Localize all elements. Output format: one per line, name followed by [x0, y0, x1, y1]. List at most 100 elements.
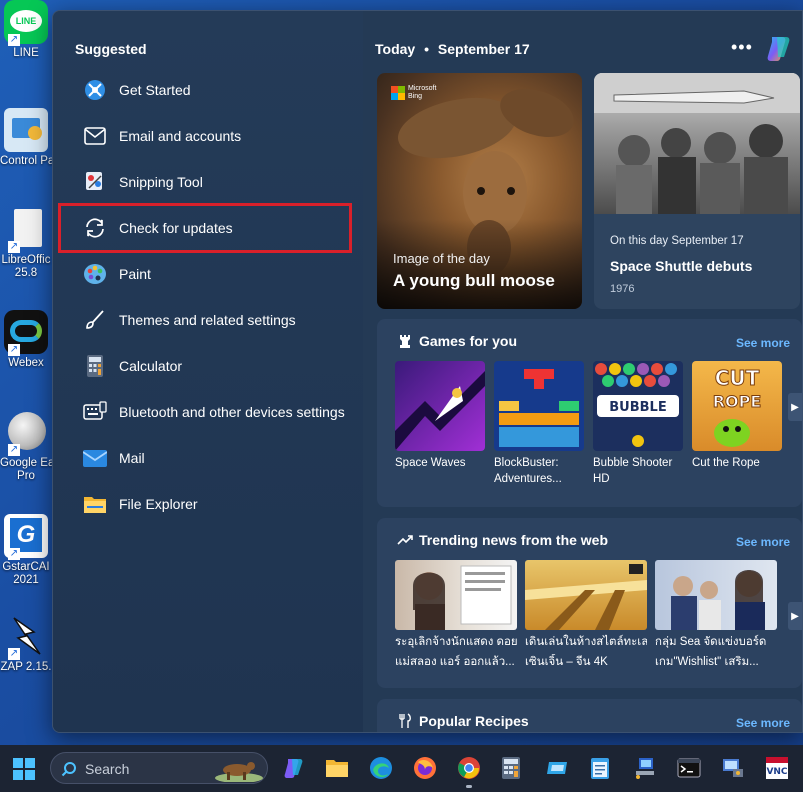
suggested-item-label: Mail	[119, 450, 145, 466]
suggested-title: Suggested	[75, 41, 147, 57]
suggested-item-label: Calculator	[119, 358, 183, 374]
suggested-item-label: Email and accounts	[119, 128, 242, 144]
more-options-button[interactable]: •••	[731, 37, 753, 58]
news-item[interactable]: กลุ่ม Sea จัดแข่งบอร์ด เกม"Wishlist" เสร…	[655, 560, 777, 670]
game-caption: Cut the Rope	[692, 457, 760, 469]
folder-icon	[83, 492, 107, 516]
vnc-taskbar-icon[interactable]: VNC	[765, 756, 789, 780]
paint-palette-icon	[83, 262, 107, 286]
snipping-tool-icon	[83, 170, 107, 194]
desktop-icon-webex[interactable]: ↗ Webex	[0, 310, 52, 370]
recipes-see-more-link[interactable]: See more	[736, 716, 790, 730]
suggested-item-snipping-tool[interactable]: Snipping Tool	[83, 165, 353, 199]
windows-start-icon[interactable]	[12, 757, 36, 781]
suggested-item-bluetooth[interactable]: Bluetooth and other devices settings	[83, 395, 353, 429]
desktop-icon-control-panel[interactable]: Control Pa	[0, 108, 55, 168]
desktop-icon-label: LINE	[13, 47, 39, 59]
recipes-title: Popular Recipes	[419, 713, 529, 729]
zap-icon: ↗	[4, 614, 48, 660]
news-caption-line1: ระอุเลิกจ้างนักแสดง ดอย	[395, 636, 517, 648]
news-section: Trending news from the web See more ระอุ…	[377, 518, 802, 688]
suggested-item-label: Get Started	[119, 82, 191, 98]
news-caption-line1: กลุ่ม Sea จัดแข่งบอร์ด	[655, 636, 767, 648]
games-list: Space Waves BlockBuster: Adventures... B…	[395, 361, 782, 487]
game-tile[interactable]: BlockBuster: Adventures...	[494, 361, 584, 487]
suggested-item-paint[interactable]: Paint	[83, 257, 353, 291]
suggested-item-mail[interactable]: Mail	[83, 441, 353, 475]
webex-icon: ↗	[4, 310, 48, 356]
line-icon: LINE ↗	[4, 0, 48, 46]
gstarcad-icon: G ↗	[4, 514, 48, 560]
bing-brand-line2: Bing	[408, 93, 423, 100]
desktop-icon-libreoffice[interactable]: ↗ LibreOffic 25.8	[0, 207, 52, 280]
games-see-more-link[interactable]: See more	[736, 336, 790, 350]
bubble-shooter-image: BUBBLE	[593, 361, 683, 451]
image-of-day-title: A young bull moose	[393, 271, 555, 290]
calculator-taskbar-icon[interactable]	[501, 756, 525, 780]
suggested-item-calculator[interactable]: Calculator	[83, 349, 353, 383]
image-of-day-card[interactable]: Microsoft Bing Image of the day A young …	[377, 73, 582, 309]
suggested-item-label: Themes and related settings	[119, 312, 296, 328]
news-caption-line2: เซินเจิ้น – จีน 4K	[525, 656, 608, 668]
shuttle-photo	[594, 73, 800, 214]
game-tile[interactable]: BUBBLE Bubble Shooter HD	[593, 361, 683, 487]
on-this-day-card[interactable]: On this day September 17 Space Shuttle d…	[594, 73, 800, 309]
game-tile[interactable]: CUT ROPE Cut the Rope	[692, 361, 782, 487]
desktop-icon-label: GstarCAI 2021	[2, 561, 50, 586]
chess-rook-icon	[397, 333, 413, 349]
svg-text:BUBBLE: BUBBLE	[609, 400, 666, 415]
game-caption: Bubble Shooter HD	[593, 457, 673, 485]
news-item[interactable]: เดินเล่นในห้างสไตล์ทะเล เซินเจิ้น – จีน …	[525, 560, 647, 670]
desktop-icon-label: ZAP 2.15.	[0, 661, 52, 673]
desktop-icon-gstarcad[interactable]: G ↗ GstarCAI 2021	[0, 514, 52, 587]
image-of-day-label: Image of the day	[393, 251, 490, 266]
suggested-item-get-started[interactable]: Get Started	[83, 73, 353, 107]
news-image	[525, 560, 647, 630]
desktop-icon-google-earth[interactable]: ↗ Google Ea Pro	[0, 410, 54, 483]
notepad-taskbar-icon[interactable]	[589, 756, 613, 780]
news-caption-line2: เกม"Wishlist" เสริม...	[655, 656, 759, 668]
search-input[interactable]	[85, 759, 205, 779]
file-explorer-taskbar-icon[interactable]	[325, 756, 349, 780]
game-tile[interactable]: Space Waves	[395, 361, 485, 487]
news-image	[395, 560, 517, 630]
suggested-item-themes[interactable]: Themes and related settings	[83, 303, 353, 337]
chrome-taskbar-icon[interactable]	[457, 756, 481, 780]
news-item[interactable]: ระอุเลิกจ้างนักแสดง ดอย แม่สลอง แอร์ ออก…	[395, 560, 517, 670]
google-earth-icon: ↗	[4, 410, 48, 456]
taskbar-search[interactable]	[50, 752, 268, 784]
on-this-day-label: On this day September 17	[610, 235, 744, 247]
suggested-item-label: File Explorer	[119, 496, 198, 512]
trending-icon	[397, 532, 413, 548]
copilot-icon[interactable]	[763, 33, 793, 63]
svg-text:ROPE: ROPE	[713, 392, 762, 411]
news-next-button[interactable]: ▶	[788, 602, 802, 630]
desktop-icon-line[interactable]: LINE ↗ LINE	[0, 0, 52, 60]
news-see-more-link[interactable]: See more	[736, 535, 790, 549]
games-title: Games for you	[419, 333, 518, 349]
edge-taskbar-icon[interactable]	[369, 756, 393, 780]
network-pc-taskbar-icon[interactable]	[633, 756, 657, 780]
suggested-item-label: Paint	[119, 266, 151, 282]
remote-app-taskbar-icon[interactable]	[545, 756, 569, 780]
start-panel: Suggested Get Started Email and accounts…	[52, 10, 803, 733]
terminal-taskbar-icon[interactable]	[677, 756, 701, 780]
desktop-icon-zap[interactable]: ↗ ZAP 2.15.	[0, 614, 52, 674]
fork-knife-icon	[397, 713, 413, 729]
mail-outline-icon	[83, 124, 107, 148]
highlight-box	[58, 203, 352, 253]
bing-brand-line1: Microsoft	[408, 85, 437, 92]
suggested-item-file-explorer[interactable]: File Explorer	[83, 487, 353, 521]
blockbuster-image	[494, 361, 584, 451]
feed-column: Today • September 17 ••• Microsoft Bing …	[363, 11, 802, 732]
firefox-taskbar-icon[interactable]	[413, 756, 437, 780]
suggested-item-email-accounts[interactable]: Email and accounts	[83, 119, 353, 153]
remote-desktop-taskbar-icon[interactable]	[721, 756, 745, 780]
cut-the-rope-image: CUT ROPE	[692, 361, 782, 451]
suggested-item-label: Snipping Tool	[119, 174, 203, 190]
svg-text:VNC: VNC	[766, 767, 787, 777]
games-next-button[interactable]: ▶	[788, 393, 802, 421]
desktop-icon-label: Control Pa	[0, 155, 55, 167]
copilot-taskbar-icon[interactable]	[281, 756, 305, 780]
games-section: Games for you See more Space Waves Block…	[377, 319, 802, 507]
